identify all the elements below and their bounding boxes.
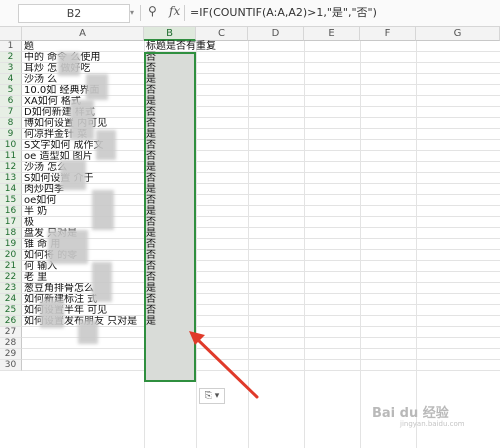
row-header[interactable]: 29 [0, 349, 22, 360]
row-header[interactable]: 13 [0, 173, 22, 184]
row-header[interactable]: 19 [0, 239, 22, 250]
row-header[interactable]: 28 [0, 338, 22, 349]
row-header[interactable]: 12 [0, 162, 22, 173]
name-box[interactable]: B2 [18, 4, 130, 23]
zoom-icon[interactable]: ⚲ [148, 4, 157, 18]
cell-a[interactable]: 葱豆角排骨怎么 [24, 283, 154, 294]
fx-button[interactable]: fx [169, 4, 180, 18]
column-header-b[interactable]: B [144, 27, 196, 41]
cell-a[interactable]: 沙汤 怎么 [24, 162, 154, 173]
privacy-blur [70, 100, 94, 140]
cell-b1[interactable]: 标题是否有重复 [146, 41, 256, 52]
column-header-c[interactable]: C [196, 27, 248, 41]
row-header[interactable]: 2 [0, 52, 22, 63]
row-header[interactable]: 7 [0, 107, 22, 118]
cell-a[interactable]: 耳炒 怎 做好吃 [24, 63, 154, 74]
row-header[interactable]: 24 [0, 294, 22, 305]
column-header-a[interactable]: A [22, 27, 144, 41]
row-header[interactable]: 9 [0, 129, 22, 140]
row-header[interactable]: 25 [0, 305, 22, 316]
row-header[interactable]: 16 [0, 206, 22, 217]
privacy-blur [86, 74, 108, 100]
row-header[interactable]: 15 [0, 195, 22, 206]
row-header[interactable]: 20 [0, 250, 22, 261]
formula-bar: B2 ▾ ⚲ fx =IF(COUNTIF(A:A,A2)>1,"是","否") [0, 0, 500, 27]
row-header[interactable]: 21 [0, 261, 22, 272]
privacy-blur [48, 230, 88, 264]
row-header[interactable]: 14 [0, 184, 22, 195]
column-header-f[interactable]: F [360, 27, 416, 41]
row-header[interactable]: 26 [0, 316, 22, 327]
cell-a[interactable]: 极 [24, 217, 154, 228]
formula-input[interactable]: =IF(COUNTIF(A:A,A2)>1,"是","否") [190, 4, 377, 20]
row-header[interactable]: 11 [0, 151, 22, 162]
row-header[interactable]: 4 [0, 74, 22, 85]
divider [184, 5, 185, 21]
row-header[interactable]: 3 [0, 63, 22, 74]
watermark-url: jingyan.baidu.com [400, 420, 465, 428]
privacy-blur [96, 130, 116, 160]
column-header-e[interactable]: E [304, 27, 360, 41]
privacy-blur [58, 52, 80, 76]
cell-a[interactable]: 盘发 只对是 [24, 228, 154, 239]
row-header[interactable]: 6 [0, 96, 22, 107]
cell-a1[interactable]: 题 [24, 41, 154, 52]
divider [140, 5, 141, 21]
cell-a[interactable]: 半 奶 [24, 206, 154, 217]
privacy-blur [40, 300, 64, 328]
cell-a[interactable]: oe 造型如 图片 [24, 151, 154, 162]
cell-a[interactable]: 锥 命 用 [24, 239, 154, 250]
grid-line [360, 41, 361, 448]
column-header-d[interactable]: D [248, 27, 304, 41]
grid-line [304, 41, 305, 448]
cell-a[interactable]: oe如何 [24, 195, 154, 206]
paste-options-button[interactable]: ⎘ ▾ [199, 388, 225, 404]
row-header[interactable]: 5 [0, 85, 22, 96]
watermark-logo: Bai du 经验 [372, 406, 449, 421]
row-header[interactable]: 22 [0, 272, 22, 283]
cell-a[interactable]: S文字如何 成作文 [24, 140, 154, 151]
row-header[interactable]: 8 [0, 118, 22, 129]
row-header[interactable]: 18 [0, 228, 22, 239]
row-header[interactable]: 1 [0, 41, 22, 52]
row-header[interactable]: 27 [0, 327, 22, 338]
row-header[interactable]: 23 [0, 283, 22, 294]
row-header[interactable]: 17 [0, 217, 22, 228]
name-box-dropdown-icon[interactable]: ▾ [130, 8, 134, 17]
column-header-g[interactable]: G [416, 27, 500, 41]
row-header[interactable]: 30 [0, 360, 22, 371]
privacy-blur [78, 320, 98, 344]
privacy-blur [92, 190, 114, 230]
cell-a[interactable]: 中的 命令 么使用 [24, 52, 154, 63]
cell-a[interactable]: 何 输入 [24, 261, 154, 272]
cell-a[interactable]: S如何设置 介于 [24, 173, 154, 184]
cell-a[interactable]: 肉炒四季 [24, 184, 154, 195]
cell-a[interactable]: 老 里 [24, 272, 154, 283]
privacy-blur [92, 262, 112, 302]
grid-line [416, 41, 417, 448]
cell-a[interactable]: 如何将 的零 [24, 250, 154, 261]
privacy-blur [60, 160, 86, 190]
row-header[interactable]: 10 [0, 140, 22, 151]
select-all-corner[interactable] [0, 27, 22, 41]
red-arrow-annotation [189, 331, 259, 399]
